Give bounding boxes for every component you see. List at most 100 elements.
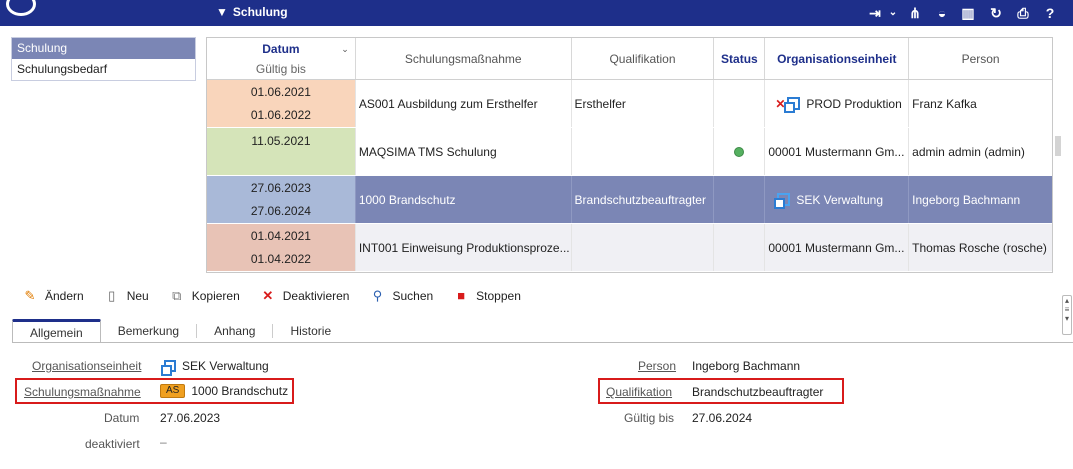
qualifikation-field-value: Brandschutzbeauftragter xyxy=(692,385,824,399)
search-button-label: Suchen xyxy=(392,289,434,303)
person-cell: Franz Kafka xyxy=(912,96,977,111)
datum-field-value: 27.06.2023 xyxy=(160,411,221,425)
person-field-value: Ingeborg Bachmann xyxy=(692,359,801,373)
status-cell xyxy=(714,80,766,127)
person-cell: admin admin (admin) xyxy=(912,144,1025,159)
app-logo[interactable] xyxy=(6,0,36,16)
copy-icon: ⧉ xyxy=(172,288,182,303)
sidebar-item-schulung[interactable]: Schulung xyxy=(12,38,195,59)
tab-anhang[interactable]: Anhang xyxy=(197,324,274,338)
help-icon[interactable]: ? xyxy=(1041,4,1059,22)
org-label[interactable]: Organisationseinheit xyxy=(32,359,141,373)
datum-value: 11.05.2021 xyxy=(251,134,311,148)
action-toolbar: ✎ Ändern ▯ Neu ⧉ Kopieren ✕ Deaktivieren… xyxy=(22,288,541,304)
datum-value: 01.06.2021 xyxy=(250,84,311,99)
column-header-datum[interactable]: Datum Gültig bis ⌄ xyxy=(207,38,356,79)
chevron-down-icon[interactable]: ⌄ xyxy=(884,4,902,22)
qualifikation-cell: Brandschutzbeauftragter xyxy=(572,176,715,223)
tab-bemerkung[interactable]: Bemerkung xyxy=(101,324,198,338)
table-row-selected[interactable]: 27.06.2023 27.06.2024 1000 Brandschutz B… xyxy=(207,176,1052,224)
date-cell: 01.04.2021 01.04.2022 xyxy=(207,224,356,271)
column-header-datum-label: Datum xyxy=(262,41,300,56)
training-table: Datum Gültig bis ⌄ Schulungsmaßnahme Qua… xyxy=(206,37,1053,273)
org-value: PROD Produktion xyxy=(806,96,902,111)
new-document-icon: ▯ xyxy=(108,288,116,303)
status-ok-icon xyxy=(734,146,745,157)
datum-label: Datum xyxy=(104,411,140,425)
dashboard-icon[interactable]: ◒ xyxy=(933,4,951,22)
detail-tabs: Allgemein Bemerkung Anhang Historie xyxy=(12,319,348,343)
column-header-gueltig-label: Gültig bis xyxy=(255,61,306,76)
massnahme-cell: 1000 Brandschutz xyxy=(356,176,572,223)
massnahme-field: AS 1000 Brandschutz xyxy=(160,384,288,398)
column-header-status[interactable]: Status xyxy=(714,38,766,79)
massnahme-cell: AS001 Ausbildung zum Ersthelfer xyxy=(356,80,572,127)
column-header-massnahme[interactable]: Schulungsmaßnahme xyxy=(356,38,572,79)
search-button[interactable]: ⚲ Suchen xyxy=(369,288,433,304)
org-unit-icon xyxy=(774,193,791,209)
gueltig-value: 27.06.2024 xyxy=(250,204,311,219)
org-cell: ✕ PROD Produktion xyxy=(765,80,910,127)
refresh-icon[interactable]: ↻ xyxy=(987,4,1005,22)
gueltig-field-value: 27.06.2024 xyxy=(692,411,753,425)
person-cell: Thomas Rosche (rosche) xyxy=(912,240,1047,255)
chevron-down-icon[interactable]: ⌄ xyxy=(341,44,349,55)
org-cell: 00001 Mustermann Gm... xyxy=(765,128,910,175)
login-icon[interactable]: ⇥ xyxy=(866,4,884,22)
qualifikation-label[interactable]: Qualifikation xyxy=(606,385,672,399)
sitemap-icon[interactable]: ⋔ xyxy=(906,4,924,22)
app-header: ▼ Schulung ⇥ ⌄ ⋔ ◒ ▥ ↻ ⎙ ? xyxy=(0,0,1073,26)
page-title-text: Schulung xyxy=(232,5,288,19)
print-icon[interactable]: ⎙ xyxy=(1014,4,1032,22)
column-header-org[interactable]: Organisationseinheit xyxy=(765,38,910,79)
new-button[interactable]: ▯ Neu xyxy=(104,288,149,304)
org-field: SEK Verwaltung xyxy=(160,359,269,376)
sidebar-item-schulungsbedarf[interactable]: Schulungsbedarf xyxy=(12,59,195,80)
close-icon: ✕ xyxy=(262,288,274,303)
copy-button[interactable]: ⧉ Kopieren xyxy=(169,288,240,304)
sidebar-nav: Schulung Schulungsbedarf xyxy=(11,37,196,81)
massnahme-cell: INT001 Einweisung Produktionsproze... xyxy=(356,224,572,271)
tab-historie[interactable]: Historie xyxy=(273,324,348,338)
deaktiviert-field-value: – xyxy=(160,435,167,449)
date-cell: 27.06.2023 27.06.2024 xyxy=(207,176,356,223)
org-value: SEK Verwaltung xyxy=(796,192,884,207)
table-row[interactable]: 01.04.2021 01.04.2022 INT001 Einweisung … xyxy=(207,224,1052,272)
tab-allgemein[interactable]: Allgemein xyxy=(12,319,101,343)
datum-value: 27.06.2023 xyxy=(250,180,311,195)
date-cell: 11.05.2021 xyxy=(207,128,356,175)
deaktiviert-label: deaktiviert xyxy=(85,437,140,451)
status-cell xyxy=(714,128,766,175)
table-row[interactable]: 11.05.2021 MAQSIMA TMS Schulung 00001 Mu… xyxy=(207,128,1052,176)
person-label[interactable]: Person xyxy=(638,359,676,373)
side-scrollbar[interactable]: ▴ ≡ ▾ xyxy=(1062,295,1072,335)
gueltig-label: Gültig bis xyxy=(624,411,675,425)
new-button-label: Neu xyxy=(126,289,149,303)
org-cell: SEK Verwaltung xyxy=(765,176,910,223)
filter-icon: ▼ xyxy=(216,5,228,19)
table-scrollbar[interactable] xyxy=(1055,136,1061,156)
column-header-qualifikation[interactable]: Qualifikation xyxy=(572,38,715,79)
copy-button-label: Kopieren xyxy=(191,289,240,303)
page-title: ▼ Schulung xyxy=(216,5,288,19)
status-cell xyxy=(714,176,766,223)
table-header: Datum Gültig bis ⌄ Schulungsmaßnahme Qua… xyxy=(207,38,1052,80)
person-cell: Ingeborg Bachmann xyxy=(912,192,1021,207)
barcode-icon[interactable]: ▥ xyxy=(959,4,977,22)
deactivate-button-label: Deaktivieren xyxy=(282,289,350,303)
org-field-value: SEK Verwaltung xyxy=(182,359,269,373)
table-row[interactable]: 01.06.2021 01.06.2022 AS001 Ausbildung z… xyxy=(207,80,1052,128)
edit-button[interactable]: ✎ Ändern xyxy=(22,288,84,304)
pencil-icon: ✎ xyxy=(24,288,36,303)
massnahme-label[interactable]: Schulungsmaßnahme xyxy=(24,385,141,399)
type-badge: AS xyxy=(160,384,186,398)
edit-button-label: Ändern xyxy=(45,289,84,303)
org-cell: 00001 Mustermann Gm... xyxy=(765,224,910,271)
stop-button[interactable]: ■ Stoppen xyxy=(453,288,521,304)
column-header-person[interactable]: Person xyxy=(909,38,1052,79)
massnahme-cell: MAQSIMA TMS Schulung xyxy=(356,128,572,175)
massnahme-field-value: 1000 Brandschutz xyxy=(191,384,289,398)
deactivate-button[interactable]: ✕ Deaktivieren xyxy=(260,288,350,304)
tab-divider xyxy=(12,342,1073,343)
gueltig-value: 01.06.2022 xyxy=(250,108,311,123)
